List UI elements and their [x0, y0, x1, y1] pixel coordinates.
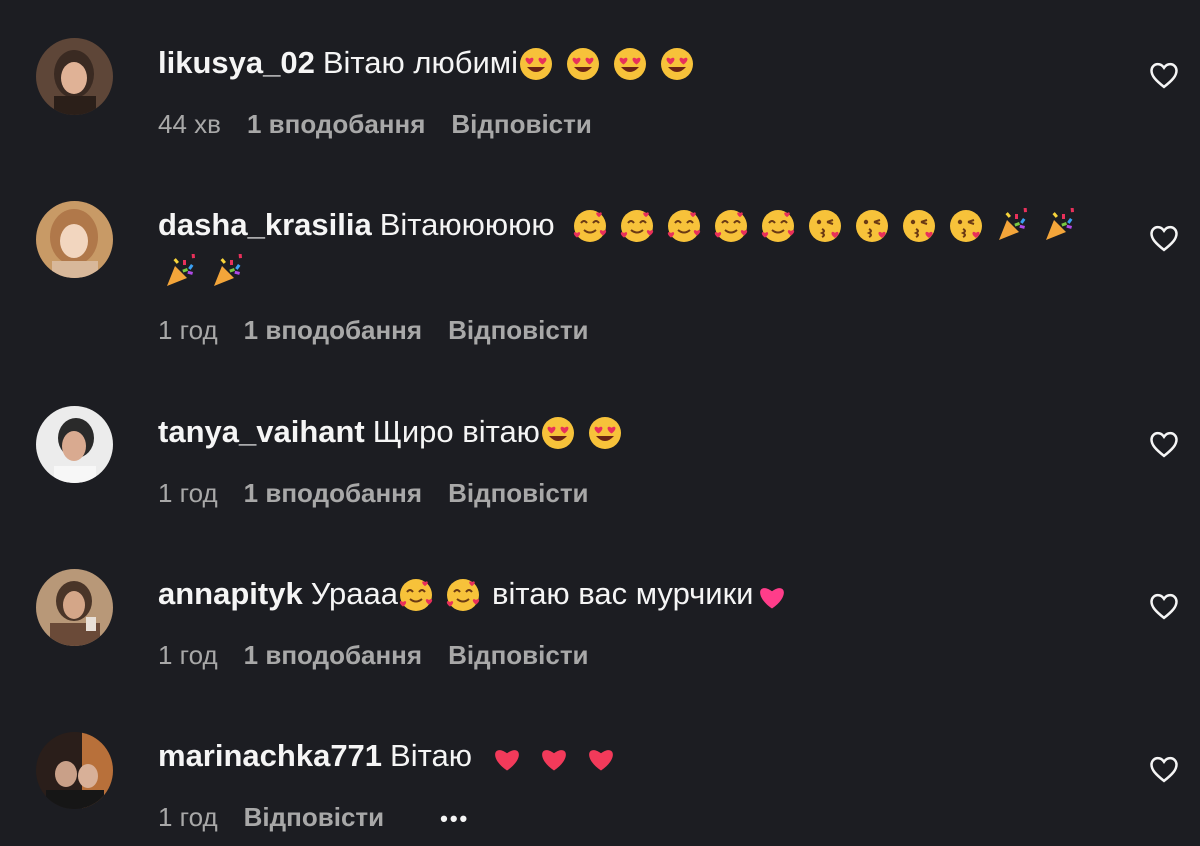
username[interactable]: annapityk	[158, 576, 303, 611]
comment-text: Вітаю	[390, 738, 472, 773]
red-heart-emoji-icon	[583, 739, 619, 775]
heart-eyes-emoji-icon	[659, 46, 695, 82]
comment-text: Ураaa	[310, 576, 398, 611]
emoji-group	[489, 732, 630, 778]
smiling-hearts-emoji-icon	[760, 208, 796, 244]
emoji-group	[163, 247, 257, 293]
party-popper-emoji-icon	[995, 206, 1031, 244]
kissing-heart-emoji-icon	[854, 208, 890, 244]
party-popper-emoji-icon	[210, 252, 246, 290]
likes-count[interactable]: 1 вподобання	[244, 478, 422, 508]
smiling-hearts-emoji-icon	[445, 577, 481, 613]
avatar[interactable]	[36, 406, 113, 483]
comment-text: Вітаююююю	[379, 207, 555, 242]
reply-button[interactable]: Відповісти	[451, 109, 591, 139]
kissing-heart-emoji-icon	[901, 208, 937, 244]
comment-time: 44 хв	[158, 109, 221, 139]
likes-count[interactable]: 1 вподобання	[244, 640, 422, 670]
emoji-group	[754, 570, 801, 616]
likes-count[interactable]: 1 вподобання	[244, 315, 422, 345]
comment-time: 1 год	[158, 640, 218, 670]
emoji-group	[540, 408, 634, 454]
username[interactable]: likusya_02	[158, 45, 315, 80]
likes-count[interactable]: 1 вподобання	[247, 109, 425, 139]
username[interactable]: marinachka771	[158, 738, 382, 773]
reply-button[interactable]: Відповісти	[448, 478, 588, 508]
comment-text-continued: вітаю вас мурчики	[491, 576, 754, 611]
comment-text: Вітаю любимі	[322, 45, 518, 80]
avatar[interactable]	[36, 732, 113, 809]
heart-eyes-emoji-icon	[565, 46, 601, 82]
avatar[interactable]	[36, 201, 113, 278]
emoji-group	[518, 39, 706, 85]
smiling-hearts-emoji-icon	[572, 208, 608, 244]
avatar[interactable]	[36, 569, 113, 646]
username[interactable]: dasha_krasilia	[158, 207, 372, 242]
comment-time: 1 год	[158, 315, 218, 345]
heart-eyes-emoji-icon	[540, 415, 576, 451]
smiling-hearts-emoji-icon	[666, 208, 702, 244]
emoji-group	[398, 570, 492, 616]
like-heart-icon[interactable]	[1149, 755, 1179, 783]
smiling-hearts-emoji-icon	[713, 208, 749, 244]
heart-eyes-emoji-icon	[587, 415, 623, 451]
like-heart-icon[interactable]	[1149, 592, 1179, 620]
heart-eyes-emoji-icon	[612, 46, 648, 82]
username[interactable]: tanya_vaihant	[158, 414, 365, 449]
comment-time: 1 год	[158, 802, 218, 832]
red-heart-emoji-icon	[536, 739, 572, 775]
party-popper-emoji-icon	[163, 252, 199, 290]
red-heart-emoji-icon	[489, 739, 525, 775]
kissing-heart-emoji-icon	[807, 208, 843, 244]
more-options-button[interactable]: •••	[440, 802, 469, 836]
reply-button[interactable]: Відповісти	[448, 640, 588, 670]
pink-heart-emoji-icon	[754, 577, 790, 613]
emoji-group	[572, 201, 1089, 247]
smiling-hearts-emoji-icon	[619, 208, 655, 244]
reply-button[interactable]: Відповісти	[244, 802, 384, 832]
heart-eyes-emoji-icon	[518, 46, 554, 82]
smiling-hearts-emoji-icon	[398, 577, 434, 613]
comment-text: Щиро вітаю	[372, 414, 540, 449]
like-heart-icon[interactable]	[1149, 430, 1179, 458]
like-heart-icon[interactable]	[1149, 224, 1179, 252]
party-popper-emoji-icon	[1042, 206, 1078, 244]
kissing-heart-emoji-icon	[948, 208, 984, 244]
comment-time: 1 год	[158, 478, 218, 508]
like-heart-icon[interactable]	[1149, 61, 1179, 89]
avatar[interactable]	[36, 38, 113, 115]
reply-button[interactable]: Відповісти	[448, 315, 588, 345]
